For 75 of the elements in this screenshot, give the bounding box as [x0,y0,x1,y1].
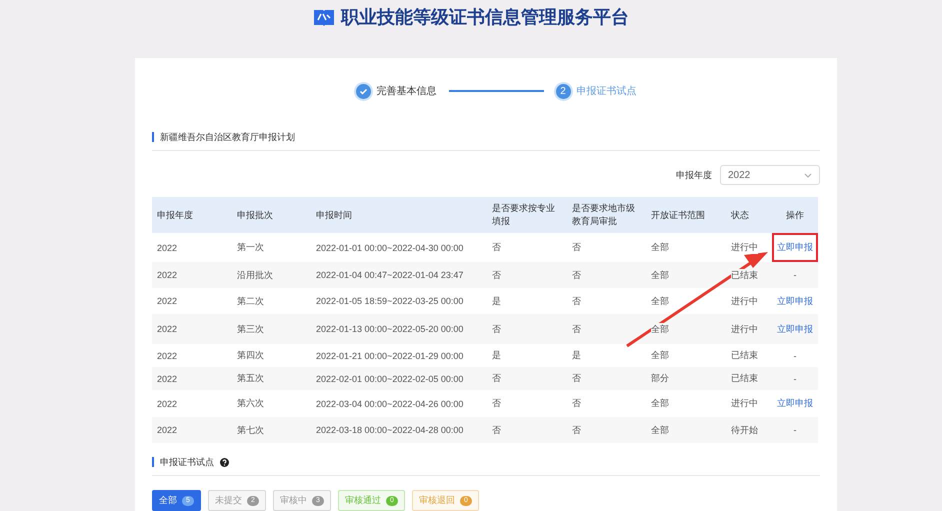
table-cell: 2022-03-18 00:00~2022-04-28 00:00 [316,425,464,435]
book-logo-icon [313,7,335,27]
table-cell: 第二次 [237,294,264,308]
column-header: 开放证书范围 [646,197,726,233]
section-title: 申报证书试点 [160,456,214,468]
table-cell: 部分 [651,372,669,385]
caret-icon [804,172,812,178]
table-cell: 进行中 [731,322,758,336]
column-header: 申报时间 [311,197,487,233]
step-label: 申报证书试点 [576,84,636,98]
table-cell: 2022-01-21 00:00~2022-01-29 00:00 [316,350,464,360]
table-cell: 否 [492,397,501,410]
table-cell: 2022 [157,374,178,384]
table-cell: 第一次 [237,241,264,254]
column-header: 是否要求按专业填报 [487,197,567,233]
table-cell: 2022 [157,242,178,252]
platform-title: 职业技能等级证书信息管理服务平台 [341,6,629,28]
column-header: 状态 [726,197,772,233]
table-cell: 第三次 [237,322,264,336]
table-cell: 第五次 [237,372,264,385]
table-cell: 否 [572,372,581,385]
table-cell: 第六次 [237,397,264,410]
table-cell: 2022 [157,425,178,435]
table-cell: 进行中 [731,397,758,410]
table-cell: 否 [572,268,581,282]
table-cell: 全部 [651,241,669,254]
table-cell: 2022-01-05 18:59~2022-03-25 00:00 [316,296,464,306]
table-cell: 已结束 [731,372,758,385]
table-cell: 待开始 [731,424,758,436]
table-cell: 否 [572,397,581,410]
column-header: 申报年度 [152,197,232,233]
table-cell: 2022 [157,270,178,280]
table-cell: 2022-01-04 00:47~2022-01-04 23:47 [316,270,464,280]
table-cell: 是 [492,349,501,362]
column-header: 是否要求地市级教育局审批 [567,197,646,233]
table-cell: 否 [492,241,501,254]
table-cell: 2022-03-04 00:00~2022-04-26 00:00 [316,398,464,408]
table-cell: 否 [572,322,581,336]
table-cell: 2022 [157,296,178,306]
table-cell: 否 [492,372,501,385]
table-cell: 全部 [651,268,669,282]
table-cell: 是 [492,294,501,308]
table-cell: 全部 [651,322,669,336]
table-cell: 否 [572,241,581,254]
table-cell: 2022 [157,324,178,334]
section-title: 新疆维吾尔自治区教育厅申报计划 [160,130,295,144]
table-cell: 第四次 [237,349,264,362]
column-header: 申报批次 [232,197,311,233]
table-cell: 2022 [157,350,178,360]
table-cell: 全部 [651,424,669,436]
table-cell: 否 [492,424,501,436]
table-cell: 已结束 [731,349,758,362]
table-cell: 否 [492,268,501,282]
column-header: 操作 [772,197,818,233]
year-label: 申报年度 [676,168,712,182]
table-cell: 全部 [651,397,669,410]
table-cell: 全部 [651,294,669,308]
table-cell: 已结束 [731,268,758,282]
table-cell: 全部 [651,349,669,362]
table-cell: 2022-01-01 00:00~2022-04-30 00:00 [316,242,464,252]
table-cell: 2022 [157,398,178,408]
table-cell: 否 [572,424,581,436]
table-cell: 进行中 [731,241,758,254]
step-number: 2 [556,84,570,98]
year-select[interactable]: 2022 [720,165,820,185]
step-label: 完善基本信息 [376,84,436,98]
table-cell: 第七次 [237,424,264,436]
table-cell: 沿用批次 [237,268,273,282]
help-icon[interactable] [220,458,229,466]
table-cell: 否 [572,294,581,308]
table-cell: 2022-01-13 00:00~2022-05-20 00:00 [316,324,464,334]
table-cell: 是 [572,349,581,362]
table-cell: 否 [492,322,501,336]
table-cell: 2022-02-01 00:00~2022-02-05 00:00 [316,374,464,384]
table-cell: 进行中 [731,294,758,308]
